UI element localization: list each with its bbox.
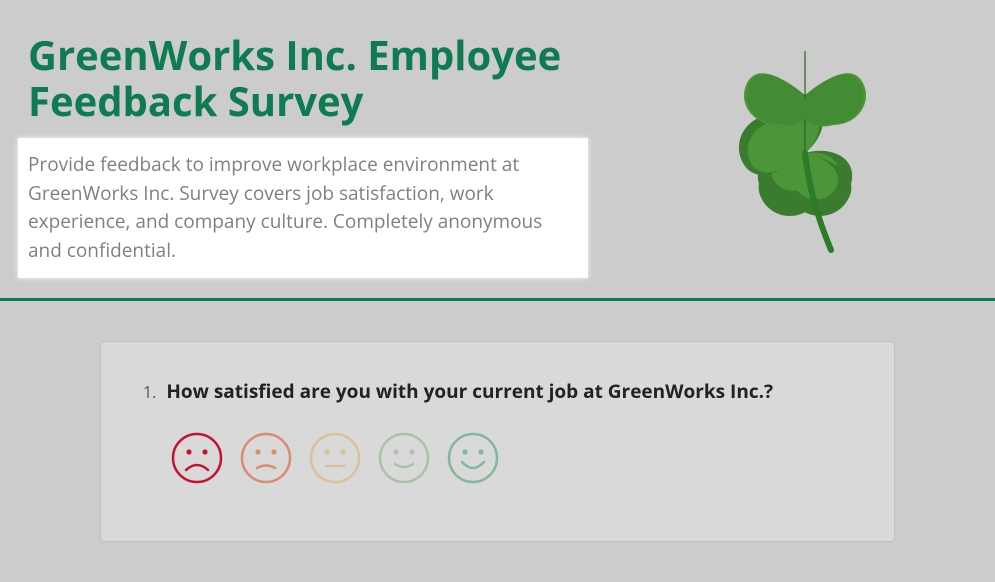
survey-body: 1. How satisfied are you with your curre… <box>0 301 995 582</box>
smiley-very-satisfied[interactable] <box>445 430 500 485</box>
survey-title: GreenWorks Inc. Employee Feedback Survey <box>28 32 668 124</box>
smiley-neutral[interactable] <box>307 430 362 485</box>
smiley-very-dissatisfied[interactable] <box>169 430 224 485</box>
survey-header: GreenWorks Inc. Employee Feedback Survey… <box>0 0 995 298</box>
question-header: 1. How satisfied are you with your curre… <box>143 378 852 404</box>
smiley-dissatisfied[interactable] <box>238 430 293 485</box>
question-text: How satisfied are you with your current … <box>166 378 773 404</box>
question-card-1: 1. How satisfied are you with your curre… <box>100 341 895 542</box>
smiley-rating-scale <box>143 430 852 485</box>
shamrock-logo <box>695 38 915 273</box>
survey-description: Provide feedback to improve workplace en… <box>18 138 588 278</box>
question-number: 1. <box>143 381 156 403</box>
smiley-satisfied[interactable] <box>376 430 431 485</box>
